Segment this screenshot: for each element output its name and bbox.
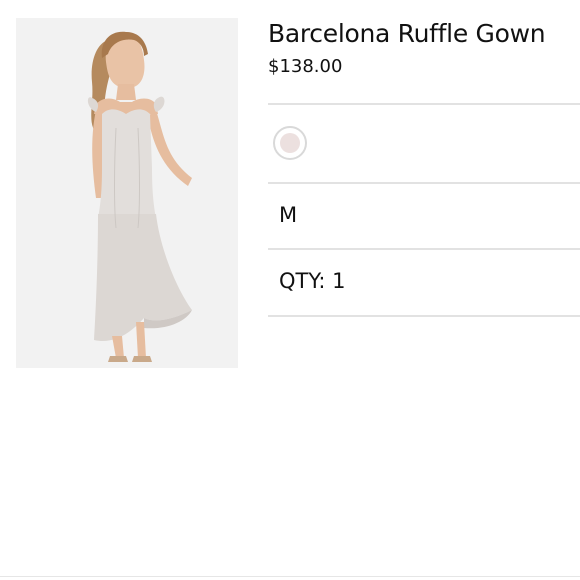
product-title[interactable]: Barcelona Ruffle Gown bbox=[268, 18, 580, 50]
color-swatch-fill bbox=[280, 133, 300, 153]
divider bbox=[268, 182, 580, 184]
product-details: Barcelona Ruffle Gown $138.00 bbox=[268, 18, 580, 79]
color-swatch[interactable] bbox=[273, 126, 307, 160]
divider bbox=[268, 248, 580, 250]
product-photo[interactable] bbox=[16, 18, 238, 368]
size-value[interactable]: M bbox=[279, 202, 297, 228]
order-item-page: Barcelona Ruffle Gown $138.00 M QTY: 1 bbox=[0, 0, 580, 580]
quantity-value[interactable]: QTY: 1 bbox=[279, 268, 346, 294]
bottom-divider bbox=[0, 576, 580, 577]
dress-model-photo-icon bbox=[16, 18, 238, 368]
divider bbox=[268, 103, 580, 105]
divider bbox=[268, 315, 580, 317]
product-price: $138.00 bbox=[268, 56, 343, 77]
